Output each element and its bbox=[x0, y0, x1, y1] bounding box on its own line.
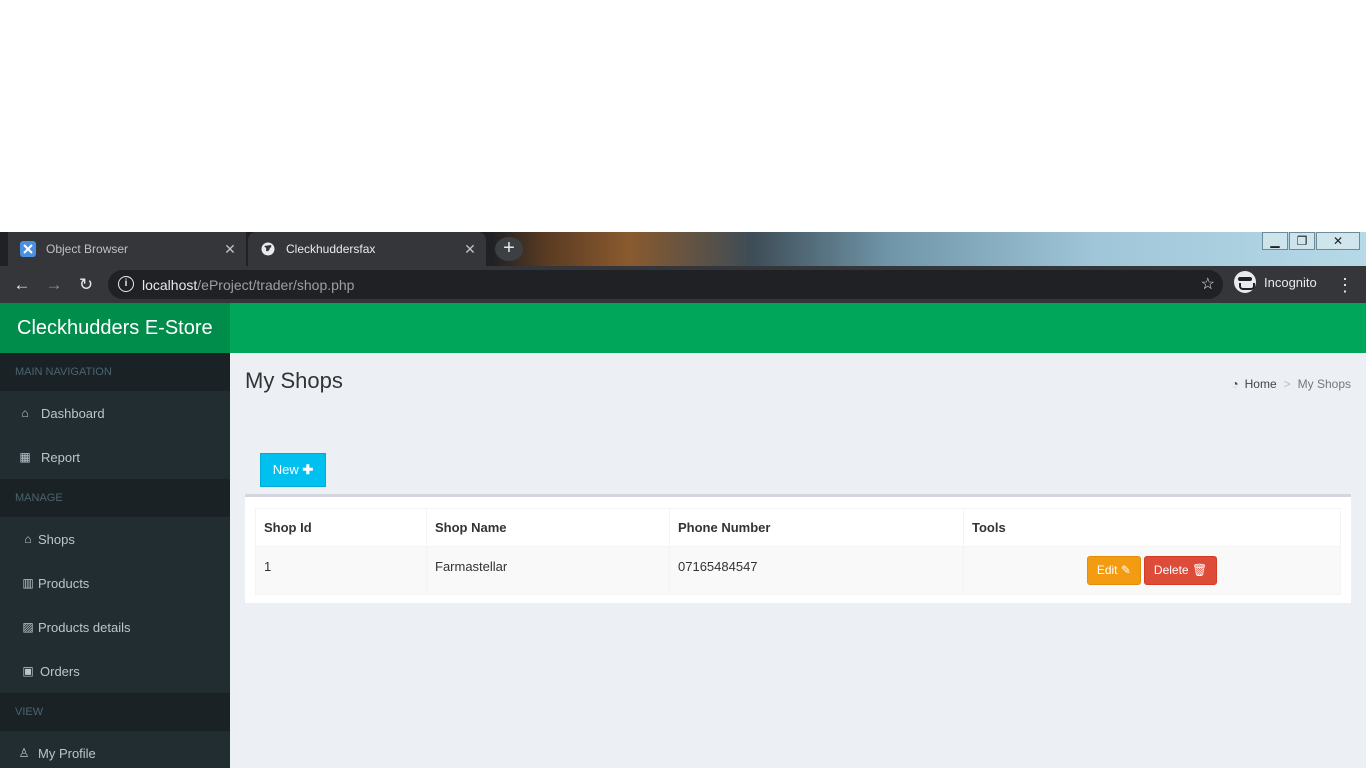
main-content: My Shops ◔ Home > My Shops New ✚ Shop Id… bbox=[230, 353, 1366, 768]
tab-cleckhuddersfax[interactable]: Cleckhuddersfax ✕ bbox=[248, 232, 486, 266]
incognito-indicator[interactable]: Incognito bbox=[1234, 271, 1317, 293]
url-text: localhost/eProject/trader/shop.php bbox=[142, 277, 355, 293]
home-icon: ⌂ bbox=[21, 406, 29, 420]
incognito-icon bbox=[1234, 271, 1256, 293]
sidebar-item-orders[interactable]: ▣ Orders bbox=[0, 649, 230, 693]
sidebar-item-products-details[interactable]: ▨ Products details bbox=[0, 605, 230, 649]
top-navbar bbox=[230, 303, 1366, 353]
sidebar-item-my-profile[interactable]: ♙ My Profile bbox=[0, 731, 230, 775]
shops-table-box: Shop Id Shop Name Phone Number Tools 1 F… bbox=[245, 494, 1351, 603]
edit-button[interactable]: Edit ✎ bbox=[1086, 556, 1141, 585]
delete-button[interactable]: Delete 🗑 bbox=[1143, 556, 1218, 585]
column-header-shop-id: Shop Id bbox=[255, 508, 427, 547]
window-close-icon[interactable]: ✕ bbox=[1316, 232, 1360, 250]
column-header-phone-number: Phone Number bbox=[669, 508, 964, 547]
breadcrumb-current: My Shops bbox=[1297, 377, 1351, 391]
sidebar: MAIN NAVIGATION ⌂ Dashboard ▦ Report MAN… bbox=[0, 353, 230, 768]
table-icon: ▦ bbox=[19, 450, 31, 464]
bookmark-star-icon[interactable]: ☆ bbox=[1201, 274, 1215, 294]
tab-title: Object Browser bbox=[46, 242, 129, 256]
column-header-shop-name: Shop Name bbox=[426, 508, 670, 547]
new-shop-button[interactable]: New ✚ bbox=[260, 453, 326, 487]
brand-logo[interactable]: Cleckhudders E-Store bbox=[0, 303, 230, 353]
tab-close-icon[interactable]: ✕ bbox=[220, 241, 240, 258]
tab-object-browser[interactable]: Object Browser ✕ bbox=[8, 232, 246, 266]
browser-tab-strip: Object Browser ✕ Cleckhuddersfax ✕ bbox=[0, 232, 1366, 266]
app-favicon-icon bbox=[20, 241, 36, 257]
cell-shop-name: Farmastellar bbox=[426, 546, 670, 595]
sidebar-header-view: VIEW bbox=[0, 693, 230, 731]
money-icon: ▣ bbox=[22, 664, 34, 678]
new-tab-button[interactable]: + bbox=[495, 237, 523, 261]
dashboard-icon: ◔ bbox=[1231, 377, 1239, 391]
pencil-icon: ✎ bbox=[1120, 563, 1131, 577]
sidebar-header-main-navigation: MAIN NAVIGATION bbox=[0, 353, 230, 391]
tab-title: Cleckhuddersfax bbox=[286, 242, 376, 256]
home-icon: ⌂ bbox=[24, 532, 32, 546]
incognito-label: Incognito bbox=[1264, 274, 1317, 290]
tab-close-icon[interactable]: ✕ bbox=[460, 241, 480, 258]
cell-phone-number: 07165484547 bbox=[669, 546, 964, 595]
url-bar[interactable]: i localhost/eProject/trader/shop.php ☆ bbox=[108, 270, 1223, 299]
cell-tools: Edit ✎ Delete 🗑 bbox=[963, 546, 1341, 595]
sidebar-item-shops[interactable]: ⌂ Shops bbox=[0, 517, 230, 561]
site-info-icon[interactable]: i bbox=[118, 276, 134, 292]
breadcrumb-home[interactable]: Home bbox=[1245, 377, 1277, 391]
address-toolbar: ← → ↻ i localhost/eProject/trader/shop.p… bbox=[0, 266, 1366, 303]
restore-icon[interactable]: ❐ bbox=[1289, 232, 1315, 250]
user-icon: ♙ bbox=[18, 746, 30, 760]
page-title: My Shops bbox=[245, 368, 343, 393]
breadcrumb: ◔ Home > My Shops bbox=[1231, 377, 1351, 391]
forward-icon[interactable]: → bbox=[43, 274, 65, 296]
blank-area bbox=[0, 0, 1366, 232]
column-header-tools: Tools bbox=[963, 508, 1341, 547]
barcode-icon: ▥ bbox=[22, 576, 34, 590]
browser-menu-icon[interactable]: ⋮ bbox=[1336, 274, 1354, 296]
reload-icon[interactable]: ↻ bbox=[75, 274, 97, 296]
cell-shop-id: 1 bbox=[255, 546, 427, 595]
table-row: 1 Farmastellar 07165484547 Edit ✎ Delete… bbox=[255, 546, 1341, 595]
breadcrumb-separator: > bbox=[1283, 377, 1291, 391]
plus-icon: ✚ bbox=[302, 462, 314, 477]
image-icon: ▨ bbox=[22, 620, 34, 634]
sidebar-item-products[interactable]: ▥ Products bbox=[0, 561, 230, 605]
minimize-icon[interactable]: ▁ bbox=[1262, 232, 1288, 250]
trash-icon: 🗑 bbox=[1191, 563, 1208, 577]
globe-icon bbox=[260, 241, 276, 257]
sidebar-item-dashboard[interactable]: ⌂ Dashboard bbox=[0, 391, 230, 435]
shops-table: Shop Id Shop Name Phone Number Tools 1 F… bbox=[255, 508, 1341, 595]
back-icon[interactable]: ← bbox=[11, 274, 33, 296]
table-header-row: Shop Id Shop Name Phone Number Tools bbox=[255, 508, 1341, 547]
sidebar-header-manage: MANAGE bbox=[0, 479, 230, 517]
sidebar-item-report[interactable]: ▦ Report bbox=[0, 435, 230, 479]
